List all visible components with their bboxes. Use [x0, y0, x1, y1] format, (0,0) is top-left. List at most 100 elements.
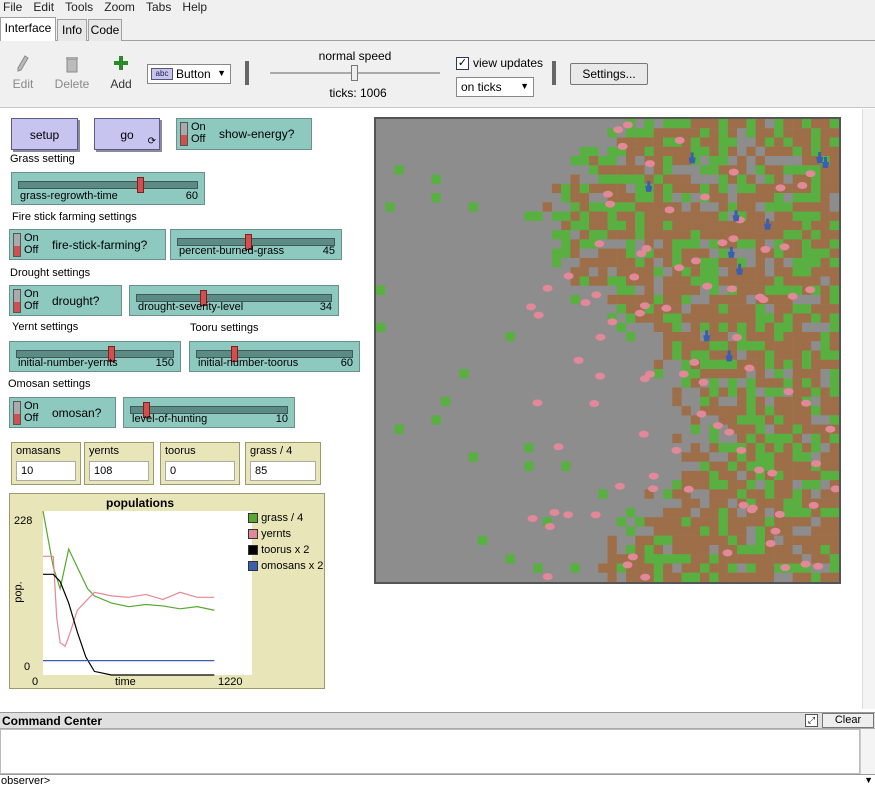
patch: [774, 119, 784, 129]
patch: [755, 359, 765, 370]
patch: [607, 554, 617, 564]
patch: [690, 230, 701, 240]
setup-button[interactable]: setup: [11, 118, 78, 150]
slider-thumb[interactable]: [137, 177, 145, 193]
omosan-switch[interactable]: On Off omosan?: [9, 397, 116, 428]
drought-severity-slider[interactable]: drought-severity-level 34: [129, 285, 339, 316]
menu-help[interactable]: Help: [179, 0, 212, 15]
yernt-agent: [674, 136, 685, 144]
menu-tabs[interactable]: Tabs: [143, 0, 176, 15]
patch: [700, 146, 710, 157]
patch: [589, 211, 599, 221]
patch: [589, 276, 599, 286]
world-view[interactable]: [374, 117, 841, 584]
patch: [829, 526, 839, 536]
patch: [626, 156, 636, 166]
percent-burned-slider[interactable]: percent-burned-grass 45: [170, 229, 342, 260]
patch: [672, 220, 682, 231]
interface-scrollbar[interactable]: [862, 109, 875, 709]
grass-regrowth-slider[interactable]: grass-regrowth-time 60: [11, 172, 205, 205]
patch: [607, 211, 617, 221]
patch: [663, 165, 673, 175]
initial-yernts-slider[interactable]: initial-number-yernts 150: [9, 341, 181, 372]
tab-info[interactable]: Info: [57, 19, 87, 41]
level-of-hunting-slider[interactable]: level-of-hunting 10: [123, 397, 295, 428]
initial-toorus-slider[interactable]: initial-number-toorus 60: [189, 341, 360, 372]
patch: [718, 267, 728, 277]
clear-button[interactable]: Clear: [822, 713, 874, 728]
patch: [737, 517, 747, 527]
menu-zoom[interactable]: Zoom: [101, 0, 140, 15]
menu-edit[interactable]: Edit: [30, 0, 59, 15]
yernt-agent: [728, 235, 739, 243]
patch: [755, 211, 765, 221]
tab-code[interactable]: Code: [88, 19, 122, 41]
patch: [570, 174, 580, 184]
patch: [811, 119, 821, 129]
yernt-agent: [648, 472, 659, 480]
view-updates-checkbox[interactable]: ✓: [456, 57, 469, 70]
patch: [653, 313, 664, 323]
patch: [820, 350, 830, 360]
patch: [764, 572, 775, 582]
patch: [598, 220, 608, 231]
tab-interface[interactable]: Interface: [0, 17, 56, 42]
patch: [802, 220, 812, 231]
yernt-agent: [736, 446, 747, 454]
drought-switch[interactable]: On Off drought?: [9, 285, 122, 316]
patch: [653, 545, 664, 555]
patch: [589, 165, 599, 175]
speed-slider-handle[interactable]: [351, 65, 358, 81]
patch: [764, 369, 775, 379]
patch: [727, 572, 738, 582]
patch: [783, 535, 793, 545]
chevron-down-icon[interactable]: ▼: [864, 775, 873, 785]
fire-stick-switch[interactable]: On Off fire-stick-farming?: [9, 229, 166, 260]
add-button[interactable]: Add: [104, 77, 138, 91]
patch: [709, 174, 719, 184]
edit-button[interactable]: Edit: [8, 77, 38, 91]
toolbar-divider: [245, 61, 249, 85]
patch: [653, 572, 664, 582]
menu-tools[interactable]: Tools: [62, 0, 98, 15]
patch: [663, 535, 673, 545]
patch: [524, 443, 534, 453]
patch: [589, 202, 599, 212]
patch: [755, 304, 765, 314]
patch: [746, 563, 756, 573]
patch: [746, 128, 756, 138]
delete-button[interactable]: Delete: [52, 77, 92, 91]
patch: [681, 498, 691, 508]
patch: [644, 267, 654, 277]
update-mode-select[interactable]: on ticks ▼: [456, 77, 534, 97]
patch: [598, 165, 608, 175]
patch: [727, 387, 738, 397]
patch: [626, 211, 636, 221]
patch: [802, 545, 812, 555]
patch: [811, 211, 821, 221]
patch: [709, 156, 719, 166]
patch: [774, 285, 784, 295]
widget-type-select[interactable]: abc Button ▼: [147, 64, 231, 84]
patch: [570, 239, 580, 249]
go-button[interactable]: go ⟳: [94, 118, 160, 150]
patch: [709, 387, 719, 397]
command-output[interactable]: [0, 729, 860, 774]
maximize-icon[interactable]: ⤢: [805, 714, 818, 727]
patch: [755, 267, 765, 277]
show-energy-switch[interactable]: On Off show-energy?: [176, 118, 312, 150]
patch: [802, 146, 812, 157]
command-scrollbar[interactable]: [860, 729, 875, 774]
patch: [829, 128, 839, 138]
menu-file[interactable]: File: [0, 0, 27, 15]
command-input[interactable]: observer> ▼: [0, 774, 875, 788]
patch: [755, 193, 765, 203]
patch: [718, 572, 728, 582]
world-canvas[interactable]: [376, 119, 841, 582]
patch: [792, 387, 802, 397]
settings-button[interactable]: Settings...: [570, 63, 648, 85]
patch: [755, 313, 765, 323]
patch: [561, 248, 571, 258]
patch: [672, 304, 682, 314]
patch: [792, 545, 802, 555]
